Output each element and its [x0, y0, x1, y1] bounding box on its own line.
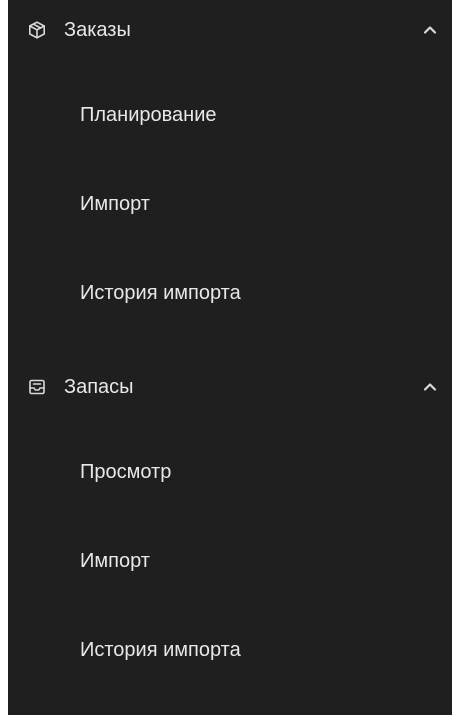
menu-group-stock: Запасы Просмотр Импорт История импорта [8, 357, 452, 690]
package-icon [27, 20, 47, 40]
inbox-icon [27, 377, 47, 397]
chevron-up-icon[interactable] [423, 382, 437, 392]
menu-group-orders-header[interactable]: Заказы [8, 0, 452, 66]
submenu-item-import-history[interactable]: История импорта [8, 601, 452, 690]
submenu-item-label: Планирование [80, 104, 217, 126]
submenu-item-import[interactable]: Импорт [8, 155, 452, 244]
menu-group-label: Запасы [64, 376, 134, 398]
submenu-item-label: Импорт [80, 550, 150, 572]
submenu-item-import[interactable]: Импорт [8, 512, 452, 601]
chevron-up-icon[interactable] [423, 25, 437, 35]
menu-group-stock-submenu: Просмотр Импорт История импорта [8, 423, 452, 690]
submenu-item-label: Просмотр [80, 461, 172, 483]
menu-group-label: Заказы [64, 19, 131, 41]
submenu-item-planning[interactable]: Планирование [8, 66, 452, 155]
menu-group-orders: Заказы Планирование Импорт История импор… [8, 0, 452, 333]
menu-group-orders-submenu: Планирование Импорт История импорта [8, 66, 452, 333]
submenu-item-label: История импорта [80, 282, 241, 304]
menu-group-stock-header[interactable]: Запасы [8, 357, 452, 423]
submenu-item-label: История импорта [80, 639, 241, 661]
submenu-item-import-history[interactable]: История импорта [8, 244, 452, 333]
sidebar-menu: Заказы Планирование Импорт История импор… [8, 0, 452, 715]
submenu-item-view[interactable]: Просмотр [8, 423, 452, 512]
submenu-item-label: Импорт [80, 193, 150, 215]
